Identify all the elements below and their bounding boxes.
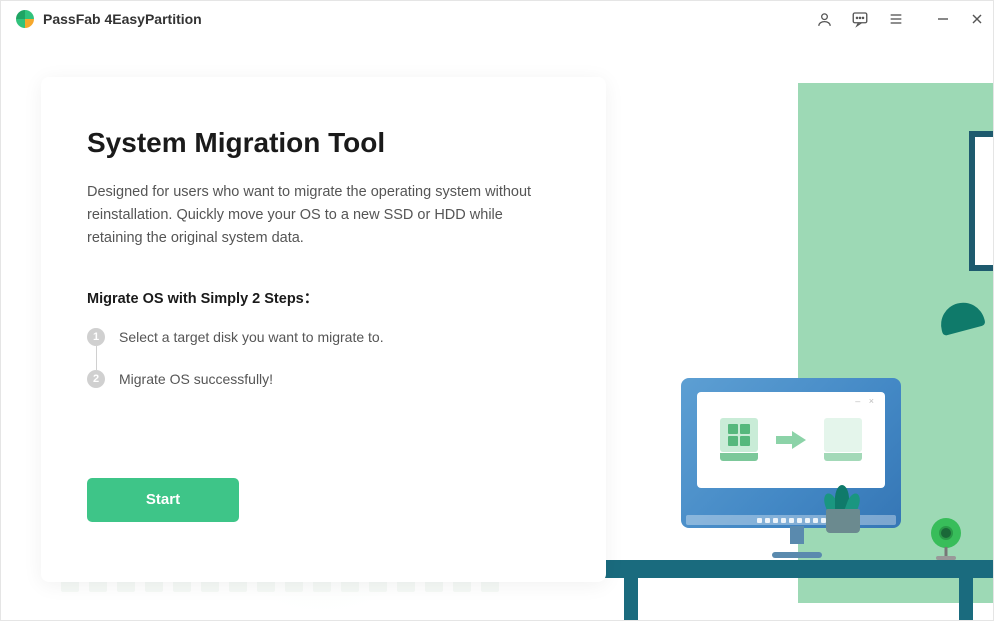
arrow-right-icon [776, 432, 806, 448]
target-drive-icon [824, 418, 862, 462]
app-logo-icon [15, 9, 35, 29]
steps-heading: Migrate OS with Simply 2 Steps： [87, 287, 560, 308]
app-title: PassFab 4EasyPartition [43, 11, 202, 27]
titlebar: PassFab 4EasyPartition [1, 1, 993, 37]
titlebar-left: PassFab 4EasyPartition [15, 9, 202, 29]
desk-leg [624, 578, 638, 620]
illustration: – × [573, 73, 993, 620]
step-connector [96, 346, 97, 370]
main-card: System Migration Tool Designed for users… [41, 77, 606, 582]
minimize-button[interactable] [935, 11, 951, 27]
window-controls [935, 11, 985, 27]
step-item: 2 Migrate OS successfully! [87, 370, 560, 388]
source-drive-icon [720, 418, 758, 462]
close-button[interactable] [969, 11, 985, 27]
picture-frame [969, 131, 993, 271]
webcam-decoration [929, 518, 963, 560]
desk [603, 560, 993, 578]
monitor-illustration: – × [681, 378, 913, 558]
titlebar-right [815, 10, 985, 28]
plant-decoration [823, 478, 863, 533]
page-description: Designed for users who want to migrate t… [87, 181, 547, 251]
step-number-badge: 2 [87, 370, 105, 388]
content-area: System Migration Tool Designed for users… [1, 37, 993, 620]
step-item: 1 Select a target disk you want to migra… [87, 328, 560, 346]
page-title: System Migration Tool [87, 127, 560, 159]
desk-leg [959, 578, 973, 620]
step-text: Migrate OS successfully! [119, 370, 273, 388]
user-icon[interactable] [815, 10, 833, 28]
steps-list: 1 Select a target disk you want to migra… [87, 328, 560, 388]
taskbar-illustration [686, 515, 896, 525]
monitor-popup: – × [697, 392, 885, 488]
start-button[interactable]: Start [87, 478, 239, 522]
feedback-icon[interactable] [851, 10, 869, 28]
step-number-badge: 1 [87, 328, 105, 346]
desk-lamp [923, 293, 983, 443]
menu-icon[interactable] [887, 10, 905, 28]
app-window: PassFab 4EasyPartition [0, 0, 994, 621]
step-text: Select a target disk you want to migrate… [119, 328, 384, 346]
